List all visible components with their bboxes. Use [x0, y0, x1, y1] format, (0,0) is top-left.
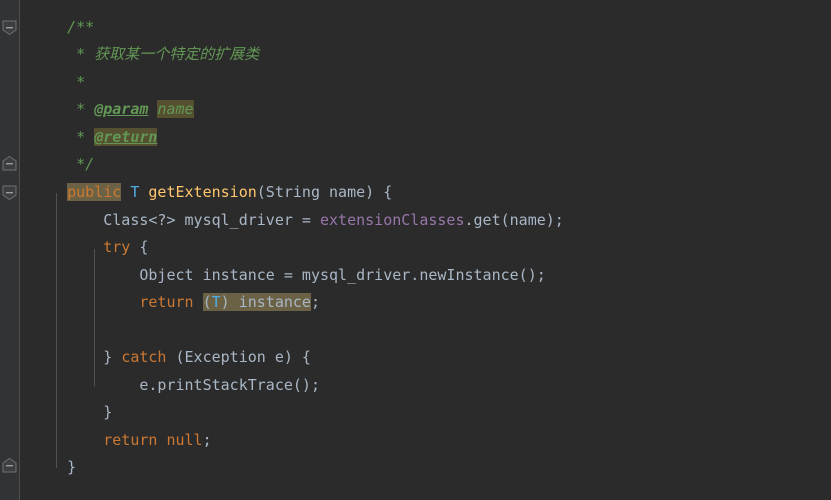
- code-token: }: [31, 458, 77, 476]
- code-token: name: [157, 100, 194, 118]
- code-token: public: [67, 183, 122, 201]
- code-token: (Exception e) {: [166, 348, 311, 366]
- code-token: @return: [94, 128, 158, 146]
- code-token: *: [76, 100, 95, 118]
- code-token: (String name) {: [256, 183, 393, 201]
- code-token: {: [130, 238, 149, 256]
- code-line[interactable]: * 获取某一个特定的扩展类: [0, 41, 259, 69]
- code-token: return: [103, 431, 158, 449]
- code-token: extensionClasses: [319, 211, 465, 229]
- code-line[interactable]: /**: [0, 14, 94, 42]
- code-token: ;: [310, 376, 320, 394]
- code-token: ) instance: [220, 293, 311, 311]
- code-token: */: [76, 155, 95, 173]
- code-token: ;: [554, 211, 564, 229]
- code-line[interactable]: Object instance = mysql_driver.newInstan…: [0, 262, 546, 290]
- code-token: *: [76, 73, 86, 91]
- code-editor[interactable]: /** * 获取某一个特定的扩展类 * * @param name * @ret…: [0, 0, 831, 500]
- code-line[interactable]: public T getExtension(String name) {: [0, 179, 392, 207]
- code-token: return: [139, 293, 194, 311]
- code-token: Class<?> mysql_driver =: [31, 211, 320, 229]
- code-line[interactable]: Class<?> mysql_driver = extensionClasses…: [0, 207, 564, 235]
- code-token: e.printStackTrace(): [31, 376, 311, 394]
- code-line[interactable]: return (T) instance;: [0, 289, 320, 317]
- code-token: }: [31, 403, 113, 421]
- code-token: Object instance = mysql_driver.newInstan…: [31, 266, 537, 284]
- code-line[interactable]: [0, 317, 31, 345]
- code-token: T: [211, 293, 221, 311]
- code-surface[interactable]: /** * 获取某一个特定的扩展类 * * @param name * @ret…: [0, 0, 831, 500]
- code-token: ;: [310, 293, 320, 311]
- code-line[interactable]: try {: [0, 234, 148, 262]
- code-line[interactable]: * @param name: [0, 96, 194, 124]
- code-line[interactable]: */: [0, 151, 94, 179]
- code-line[interactable]: e.printStackTrace();: [0, 372, 320, 400]
- code-line[interactable]: *: [0, 69, 85, 97]
- code-token: try: [103, 238, 131, 256]
- code-token: @param: [94, 100, 149, 118]
- code-token: /**: [67, 18, 95, 36]
- code-token: null: [166, 431, 203, 449]
- code-token: *: [76, 128, 95, 146]
- code-line[interactable]: }: [0, 454, 76, 482]
- code-line[interactable]: return null;: [0, 427, 212, 455]
- code-token: getExtension: [148, 183, 257, 201]
- code-token: ;: [202, 431, 212, 449]
- code-token: catch: [121, 348, 167, 366]
- code-line[interactable]: * @return: [0, 124, 158, 152]
- code-token: .get(name): [464, 211, 555, 229]
- code-line[interactable]: }: [0, 399, 112, 427]
- code-token: * 获取某一个特定的扩展类: [76, 45, 260, 63]
- code-token: (: [202, 293, 212, 311]
- code-line[interactable]: } catch (Exception e) {: [0, 344, 311, 372]
- code-token: }: [31, 348, 122, 366]
- code-token: ;: [536, 266, 546, 284]
